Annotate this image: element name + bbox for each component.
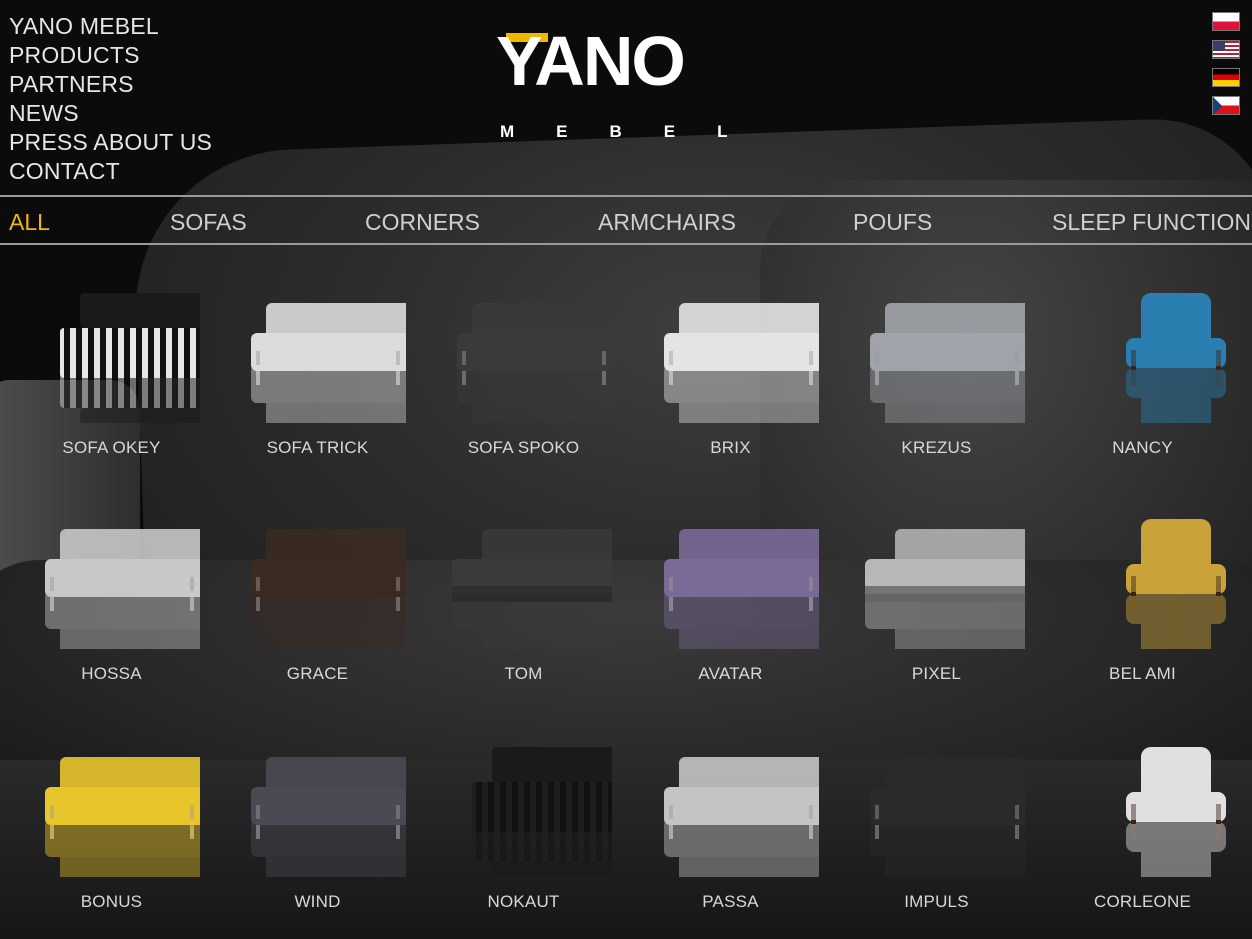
menu-item-contact[interactable]: CONTACT bbox=[9, 157, 212, 186]
product-tile[interactable]: KREZUS bbox=[825, 268, 1025, 478]
us-flag-icon[interactable] bbox=[1212, 40, 1240, 59]
product-name[interactable]: BEL AMI bbox=[1031, 664, 1252, 684]
product-image[interactable] bbox=[659, 268, 819, 423]
product-tile[interactable]: PIXEL bbox=[825, 494, 1025, 704]
product-tile[interactable]: HOSSA bbox=[0, 494, 200, 704]
product-image[interactable] bbox=[1071, 494, 1231, 649]
pl-flag-icon[interactable] bbox=[1212, 12, 1240, 31]
de-flag-icon[interactable] bbox=[1212, 68, 1240, 87]
product-tile[interactable]: NOKAUT bbox=[412, 722, 612, 932]
product-image[interactable] bbox=[246, 268, 406, 423]
product-image[interactable] bbox=[865, 268, 1025, 423]
product-image[interactable] bbox=[452, 494, 612, 649]
product-name[interactable]: AVATAR bbox=[619, 664, 842, 684]
sofa-reflection bbox=[40, 358, 200, 423]
sofa-reflection bbox=[865, 805, 1025, 877]
product-name[interactable]: GRACE bbox=[206, 664, 429, 684]
category-corners[interactable]: CORNERS bbox=[365, 209, 480, 236]
sofa-reflection bbox=[452, 351, 612, 423]
product-image[interactable] bbox=[1071, 268, 1231, 423]
product-tile[interactable]: CORLEONE bbox=[1031, 722, 1226, 932]
product-tile[interactable]: BONUS bbox=[0, 722, 200, 932]
product-name[interactable]: NOKAUT bbox=[412, 892, 635, 912]
menu-item-products[interactable]: PRODUCTS bbox=[9, 41, 212, 70]
product-tile[interactable]: NANCY bbox=[1031, 268, 1226, 478]
sofa-reflection bbox=[1071, 350, 1231, 423]
product-name[interactable]: BONUS bbox=[0, 892, 223, 912]
product-name[interactable]: BRIX bbox=[619, 438, 842, 458]
sofa-reflection bbox=[865, 351, 1025, 423]
logo-subtitle: MEBEL bbox=[500, 122, 770, 141]
product-tile[interactable]: SOFA SPOKO bbox=[412, 268, 612, 478]
product-tile[interactable]: WIND bbox=[206, 722, 406, 932]
product-image[interactable] bbox=[1071, 722, 1231, 877]
sofa-reflection bbox=[452, 812, 612, 877]
product-tile[interactable]: TOM bbox=[412, 494, 612, 704]
product-tile[interactable]: PASSA bbox=[619, 722, 819, 932]
product-image[interactable] bbox=[452, 268, 612, 423]
menu-item-partners[interactable]: PARTNERS bbox=[9, 70, 212, 99]
category-filter-bar: ALL SOFAS CORNERS ARMCHAIRS POUFS SLEEP … bbox=[0, 195, 1252, 245]
product-tile[interactable]: SOFA TRICK bbox=[206, 268, 406, 478]
sofa-reflection bbox=[1071, 804, 1231, 877]
product-name[interactable]: SOFA SPOKO bbox=[412, 438, 635, 458]
sofa-reflection bbox=[40, 577, 200, 649]
sofa-reflection bbox=[659, 351, 819, 423]
category-poufs[interactable]: POUFS bbox=[853, 209, 932, 236]
product-tile[interactable]: GRACE bbox=[206, 494, 406, 704]
product-name[interactable]: PASSA bbox=[619, 892, 842, 912]
category-all[interactable]: ALL bbox=[9, 209, 50, 236]
product-image[interactable] bbox=[40, 722, 200, 877]
language-switcher bbox=[1212, 12, 1240, 115]
menu-item-news[interactable]: NEWS bbox=[9, 99, 212, 128]
logo-wordmark: YANO bbox=[496, 22, 686, 100]
category-sleep-function[interactable]: SLEEP FUNCTION bbox=[1052, 209, 1251, 236]
menu-item-yano-mebel[interactable]: YANO MEBEL bbox=[9, 12, 212, 41]
product-name[interactable]: SOFA OKEY bbox=[0, 438, 223, 458]
product-image[interactable] bbox=[246, 494, 406, 649]
sofa-reflection bbox=[246, 577, 406, 649]
sofa-reflection bbox=[659, 805, 819, 877]
product-image[interactable] bbox=[659, 494, 819, 649]
product-name[interactable]: IMPULS bbox=[825, 892, 1048, 912]
product-tile[interactable]: BRIX bbox=[619, 268, 819, 478]
product-image[interactable] bbox=[40, 494, 200, 649]
product-tile[interactable]: BEL AMI bbox=[1031, 494, 1226, 704]
sofa-reflection bbox=[1071, 576, 1231, 649]
yano-logo[interactable]: YANO MEBEL bbox=[496, 22, 768, 141]
sofa-reflection bbox=[246, 805, 406, 877]
product-image[interactable] bbox=[659, 722, 819, 877]
product-image[interactable] bbox=[246, 722, 406, 877]
product-name[interactable]: PIXEL bbox=[825, 664, 1048, 684]
sofa-reflection bbox=[452, 586, 612, 649]
product-tile[interactable]: AVATAR bbox=[619, 494, 819, 704]
sofa-reflection bbox=[865, 586, 1025, 649]
product-name[interactable]: SOFA TRICK bbox=[206, 438, 429, 458]
product-image[interactable] bbox=[40, 268, 200, 423]
category-armchairs[interactable]: ARMCHAIRS bbox=[598, 209, 736, 236]
sofa-reflection bbox=[246, 351, 406, 423]
product-tile[interactable]: IMPULS bbox=[825, 722, 1025, 932]
cz-flag-icon[interactable] bbox=[1212, 96, 1240, 115]
product-image[interactable] bbox=[452, 722, 612, 877]
main-menu: YANO MEBEL PRODUCTS PARTNERS NEWS PRESS … bbox=[9, 12, 212, 186]
product-tile[interactable]: SOFA OKEY bbox=[0, 268, 200, 478]
product-name[interactable]: TOM bbox=[412, 664, 635, 684]
product-name[interactable]: NANCY bbox=[1031, 438, 1252, 458]
product-name[interactable]: KREZUS bbox=[825, 438, 1048, 458]
product-name[interactable]: WIND bbox=[206, 892, 429, 912]
product-name[interactable]: CORLEONE bbox=[1031, 892, 1252, 912]
product-image[interactable] bbox=[865, 722, 1025, 877]
product-name[interactable]: HOSSA bbox=[0, 664, 223, 684]
menu-item-press[interactable]: PRESS ABOUT US bbox=[9, 128, 212, 157]
product-image[interactable] bbox=[865, 494, 1025, 649]
sofa-reflection bbox=[40, 805, 200, 877]
category-sofas[interactable]: SOFAS bbox=[170, 209, 247, 236]
sofa-reflection bbox=[659, 577, 819, 649]
